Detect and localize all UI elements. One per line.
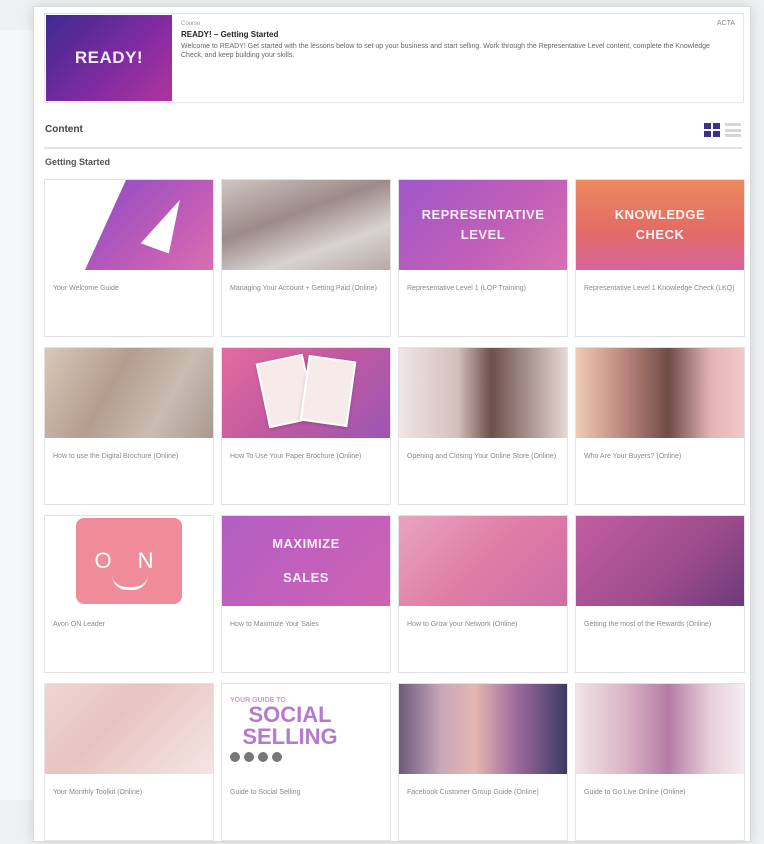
lesson-thumbnail — [399, 684, 567, 774]
grid-view-icon[interactable] — [704, 123, 720, 137]
lesson-thumbnail — [45, 684, 213, 774]
course-header-card[interactable]: READY! Course READY! – Getting Started W… — [44, 13, 744, 103]
course-thumbnail[interactable]: READY! — [46, 15, 172, 101]
lesson-thumbnail-text: O N — [94, 548, 164, 573]
lesson-title[interactable]: Representative Level 1 (LOP Training) — [399, 270, 567, 294]
social-icons — [230, 751, 282, 762]
lesson-title[interactable]: Managing Your Account + Getting Paid (On… — [222, 270, 390, 294]
lesson-thumbnail — [222, 348, 390, 438]
instagram-icon — [230, 751, 240, 762]
lesson-thumbnail — [576, 348, 744, 438]
lesson-card[interactable]: Opening and Closing Your Online Store (O… — [398, 347, 568, 505]
lesson-thumbnail: YOUR GUIDE TO SOCIAL SELLING — [222, 684, 390, 774]
lesson-thumbnail — [222, 180, 390, 270]
lesson-title[interactable]: Your Monthly Toolkit (Online) — [45, 774, 213, 798]
lesson-thumbnail-text: MAXIMIZE SALES — [272, 536, 340, 585]
lesson-title[interactable]: How to Maximize Your Sales — [222, 606, 390, 630]
on-logo-icon: O N — [76, 518, 182, 604]
list-view-icon[interactable] — [725, 123, 741, 137]
lesson-title[interactable]: Guide to Social Selling — [222, 774, 390, 798]
lesson-thumbnail: O N — [45, 516, 213, 606]
lesson-title[interactable]: Your Welcome Guide — [45, 270, 213, 294]
lesson-thumbnail — [45, 180, 213, 270]
lesson-card[interactable]: Getting the most of the Rewards (Online) — [575, 515, 745, 673]
lesson-thumbnail — [45, 348, 213, 438]
lesson-title[interactable]: Guide to Go Live Online (Online) — [576, 774, 744, 798]
content-toolbar: Content — [44, 115, 742, 149]
lesson-thumbnail-text: REPRESENTATIVE LEVEL — [421, 207, 545, 242]
lesson-thumbnail: REPRESENTATIVE LEVEL — [399, 180, 567, 270]
pinterest-icon — [272, 751, 282, 762]
lesson-thumbnail-text: SOCIAL SELLING — [242, 701, 338, 749]
course-thumbnail-text: READY! — [74, 48, 144, 67]
lesson-card[interactable]: Managing Your Account + Getting Paid (On… — [221, 179, 391, 337]
lesson-title[interactable]: How To Use Your Paper Brochure (Online) — [222, 438, 390, 462]
lesson-card[interactable]: Who Are Your Buyers? (Online) — [575, 347, 745, 505]
lesson-title[interactable]: How to use the Digital Brochure (Online) — [45, 438, 213, 462]
lesson-title[interactable]: How to Grow your Network (Online) — [399, 606, 567, 630]
lesson-card[interactable]: Your Monthly Toolkit (Online) — [44, 683, 214, 841]
lesson-title[interactable]: Who Are Your Buyers? (Online) — [576, 438, 744, 462]
lesson-card[interactable]: How To Use Your Paper Brochure (Online) — [221, 347, 391, 505]
lesson-title[interactable]: Representative Level 1 Knowledge Check (… — [576, 270, 744, 294]
lesson-thumbnail: KNOWLEDGE CHECK — [576, 180, 744, 270]
lesson-card[interactable]: REPRESENTATIVE LEVEL Representative Leve… — [398, 179, 568, 337]
content-heading: Content — [45, 124, 83, 135]
twitter-icon — [258, 751, 268, 762]
course-panel: READY! Course READY! – Getting Started W… — [33, 6, 751, 842]
lesson-thumbnail-text: KNOWLEDGE CHECK — [614, 207, 706, 242]
facebook-icon — [244, 751, 254, 762]
lesson-card[interactable]: How to use the Digital Brochure (Online) — [44, 347, 214, 505]
lesson-card[interactable]: Guide to Go Live Online (Online) — [575, 683, 745, 841]
course-description: Welcome to READY! Get started with the l… — [181, 43, 710, 59]
section-title: Getting Started — [45, 157, 111, 167]
lesson-thumbnail — [576, 684, 744, 774]
brochure-photo — [299, 354, 357, 428]
lesson-card[interactable]: O N Avon ON Leader — [44, 515, 214, 673]
lesson-thumbnail: MAXIMIZE SALES — [222, 516, 390, 606]
course-eyebrow: Course — [181, 21, 201, 27]
lesson-card[interactable]: MAXIMIZE SALES How to Maximize Your Sale… — [221, 515, 391, 673]
lesson-thumbnail — [399, 516, 567, 606]
lesson-title[interactable]: Facebook Customer Group Guide (Online) — [399, 774, 567, 798]
lesson-card[interactable]: How to Grow your Network (Online) — [398, 515, 568, 673]
lesson-title[interactable]: Opening and Closing Your Online Store (O… — [399, 438, 567, 462]
course-code: ACTA — [716, 20, 735, 27]
lesson-title[interactable]: Getting the most of the Rewards (Online) — [576, 606, 744, 630]
course-title[interactable]: READY! – Getting Started — [181, 30, 278, 39]
lesson-card[interactable]: KNOWLEDGE CHECK Representative Level 1 K… — [575, 179, 745, 337]
lesson-card[interactable]: YOUR GUIDE TO SOCIAL SELLING Guide to So… — [221, 683, 391, 841]
lesson-thumbnail — [576, 516, 744, 606]
lesson-card[interactable]: Your Welcome Guide — [44, 179, 214, 337]
lesson-thumbnail — [399, 348, 567, 438]
lesson-grid: Your Welcome Guide Managing Your Account… — [44, 179, 745, 841]
lesson-card[interactable]: Facebook Customer Group Guide (Online) — [398, 683, 568, 841]
lesson-title[interactable]: Avon ON Leader — [45, 606, 213, 630]
